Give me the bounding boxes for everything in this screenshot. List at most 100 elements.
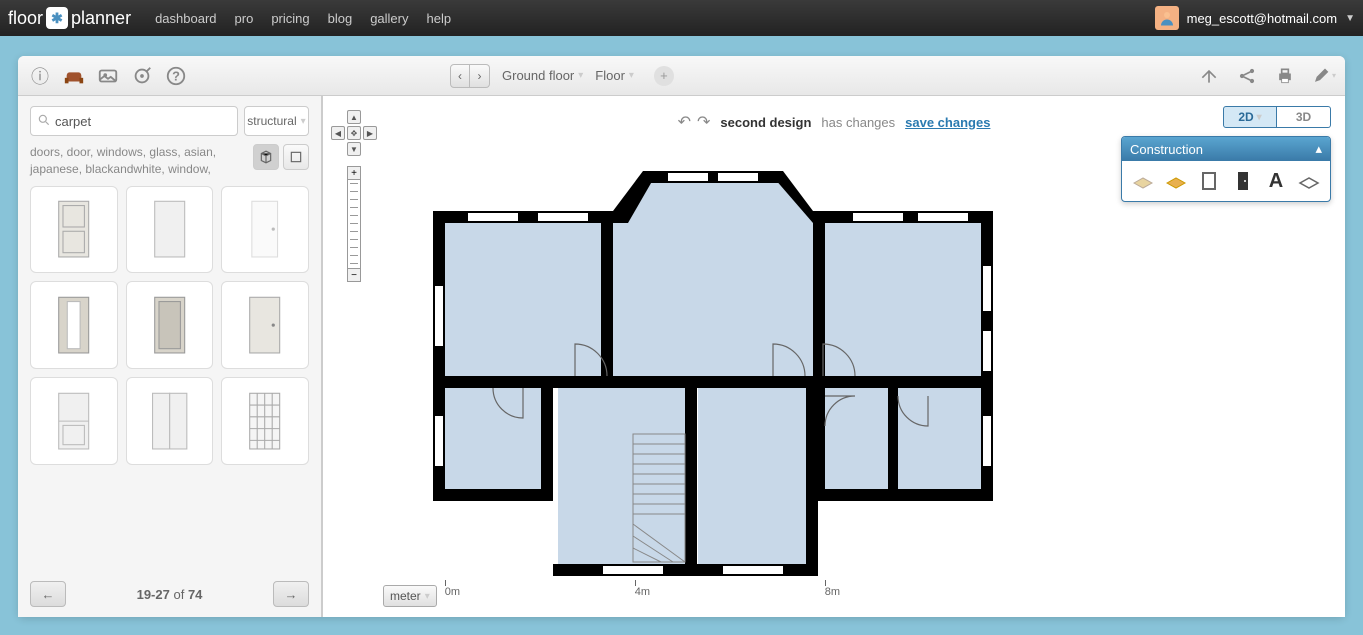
nav-gallery[interactable]: gallery (370, 11, 408, 26)
view-2d-label: 2D (1238, 110, 1253, 124)
library-item[interactable] (30, 186, 118, 274)
construction-header[interactable]: Construction ▴ (1122, 137, 1330, 161)
nav-prev[interactable]: ‹ (450, 64, 470, 88)
floor-current[interactable]: Ground floor ▾ (502, 68, 583, 83)
library-item[interactable] (221, 377, 309, 465)
construction-title: Construction (1130, 142, 1203, 157)
library-item[interactable] (126, 377, 214, 465)
floor-current-label: Ground floor (502, 68, 574, 83)
wall-tool-icon[interactable] (1195, 167, 1223, 195)
help-icon[interactable]: ? (162, 62, 190, 90)
ruler-0: 0m (445, 586, 460, 598)
library-item[interactable] (126, 186, 214, 274)
floorplan[interactable] (413, 146, 1013, 586)
floor-dropdown[interactable]: Floor ▾ (595, 68, 634, 83)
settings-icon[interactable]: ▾ (1309, 62, 1337, 90)
pan-right[interactable]: ▶ (363, 126, 377, 140)
library-item[interactable] (30, 377, 118, 465)
room-tool-icon[interactable] (1129, 167, 1157, 195)
undo-button[interactable]: ↶ (678, 112, 691, 132)
pan-left[interactable]: ◀ (331, 126, 345, 140)
text-tool-icon[interactable]: A (1262, 167, 1290, 195)
nav-arrows: ‹ › (450, 64, 490, 88)
status-bar: ↶ ↷ second design has changes save chang… (678, 112, 991, 132)
nav-pricing[interactable]: pricing (271, 11, 309, 26)
pan-zoom-controls: ▲ ◀ ✥ ▶ ▼ + − (331, 110, 377, 282)
view-2d-button[interactable] (283, 144, 309, 170)
pan-center[interactable]: ✥ (347, 126, 361, 140)
library-item[interactable] (221, 186, 309, 274)
print-icon[interactable] (1271, 62, 1299, 90)
nav-dashboard[interactable]: dashboard (155, 11, 216, 26)
canvas[interactable]: ▲ ◀ ✥ ▶ ▼ + − (323, 96, 1345, 617)
nav-next[interactable]: › (470, 64, 490, 88)
view-2d-toggle[interactable]: 2D ▾ (1223, 106, 1277, 128)
pagination: ← 19-27 of 74 → (30, 581, 309, 607)
library-item[interactable] (221, 281, 309, 369)
changes-text: has changes (821, 115, 895, 130)
workspace-content: structural ▾ doors, door, windows, glass… (18, 96, 1345, 617)
chevron-down-icon: ▾ (1257, 112, 1262, 123)
construction-tools: A (1122, 161, 1330, 201)
pan-pad: ▲ ◀ ✥ ▶ ▼ (331, 110, 377, 156)
save-link[interactable]: save changes (905, 115, 990, 130)
view-3d-label: 3D (1296, 110, 1311, 124)
share-icon[interactable] (1233, 62, 1261, 90)
library-item[interactable] (30, 281, 118, 369)
collapse-icon: ▴ (1315, 141, 1322, 157)
nav-help[interactable]: help (426, 11, 451, 26)
zoom-out-button[interactable]: − (347, 268, 361, 282)
pan-up[interactable]: ▲ (347, 110, 361, 124)
view-3d-toggle[interactable]: 3D (1277, 106, 1331, 128)
export-icon[interactable] (1195, 62, 1223, 90)
zoom-slider[interactable]: + − (347, 166, 361, 282)
user-menu[interactable]: meg_escott@hotmail.com ▼ (1155, 6, 1355, 30)
search-input[interactable] (55, 114, 231, 129)
add-floor-button[interactable]: + (654, 66, 674, 86)
info-icon[interactable]: ⓘ (26, 62, 54, 90)
library-sidebar: structural ▾ doors, door, windows, glass… (18, 96, 323, 617)
brand-text-2: planner (71, 8, 131, 29)
unit-select[interactable]: meter ▾ (383, 585, 437, 607)
nav-pro[interactable]: pro (235, 11, 254, 26)
search-box[interactable] (30, 106, 238, 136)
view-toggle (253, 144, 309, 170)
filter-label: structural (247, 114, 296, 128)
page-prev-button[interactable]: ← (30, 581, 66, 607)
workspace-toolbar: ⓘ ? ‹ › Ground floor ▾ Floor (18, 56, 1345, 96)
door-tool-icon[interactable] (1229, 167, 1257, 195)
user-email: meg_escott@hotmail.com (1187, 11, 1337, 26)
left-tool-group: ⓘ ? (26, 62, 190, 90)
pan-down[interactable]: ▼ (347, 142, 361, 156)
chevron-down-icon: ▾ (578, 70, 583, 81)
ruler-8: 8m (825, 586, 840, 598)
nav-blog[interactable]: blog (328, 11, 353, 26)
chevron-down-icon: ▾ (629, 70, 634, 81)
dimension-tool-icon[interactable] (1295, 167, 1323, 195)
floor-label: Floor (595, 68, 625, 83)
nav-links: dashboard pro pricing blog gallery help (155, 11, 451, 26)
zoom-in-button[interactable]: + (347, 166, 361, 180)
library-grid (30, 186, 309, 569)
floor-tool-icon[interactable] (1162, 167, 1190, 195)
chevron-down-icon: ▾ (1332, 71, 1336, 80)
brand-icon: ✱ (46, 7, 68, 29)
page-info: 19-27 of 74 (137, 587, 203, 602)
media-icon[interactable] (94, 62, 122, 90)
filter-select[interactable]: structural ▾ (244, 106, 309, 136)
construction-panel: Construction ▴ A (1121, 136, 1331, 202)
library-item[interactable] (126, 281, 214, 369)
tools-icon[interactable] (128, 62, 156, 90)
page-total: 74 (188, 587, 202, 602)
ruler-marks: 0m 4m 8m (445, 586, 845, 606)
right-tool-group: ▾ (1195, 62, 1337, 90)
redo-button[interactable]: ↷ (697, 112, 710, 132)
brand-logo[interactable]: floor ✱ planner (8, 7, 131, 29)
page-next-button[interactable]: → (273, 581, 309, 607)
design-name: second design (720, 115, 811, 130)
brand-text-1: floor (8, 8, 43, 29)
chevron-down-icon: ▾ (301, 116, 306, 127)
unit-label: meter (390, 589, 421, 603)
furniture-icon[interactable] (60, 62, 88, 90)
view-3d-button[interactable] (253, 144, 279, 170)
